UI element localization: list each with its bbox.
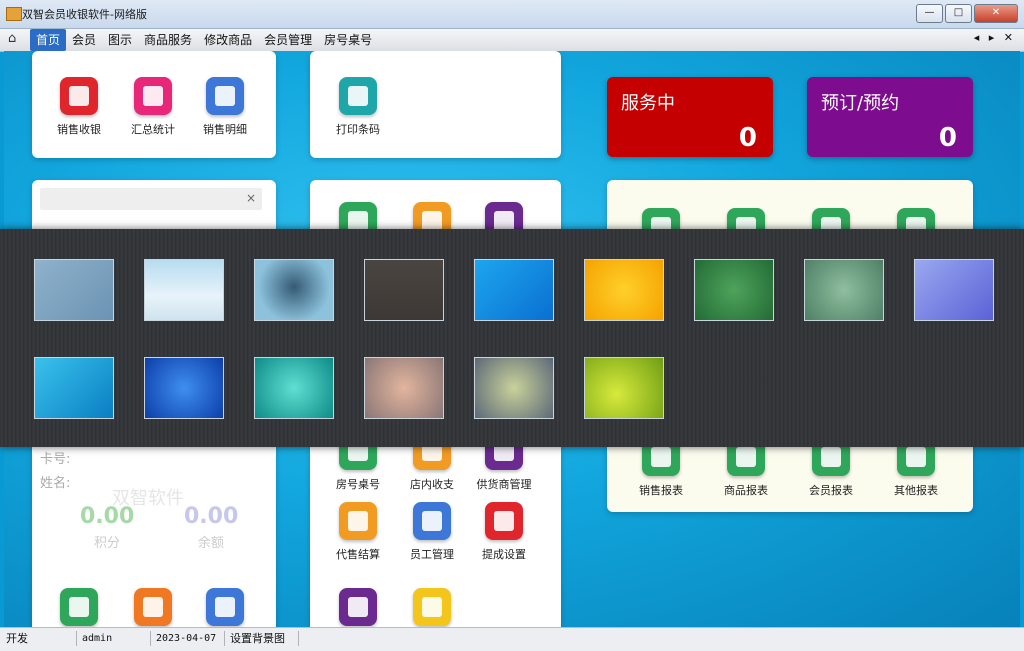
reservation-count: 0: [938, 123, 957, 153]
app-icon: [6, 7, 22, 21]
points-label: 积分: [94, 536, 121, 551]
member-tile-2[interactable]: [116, 588, 190, 627]
room-table-label: 房号桌号: [336, 478, 380, 491]
member-report-label: 会员报表: [809, 484, 853, 497]
commission-settings-label: 提成设置: [482, 548, 526, 561]
summary-stats-label: 汇总统计: [131, 123, 175, 136]
status-action: 设置背景图: [226, 631, 299, 646]
apps-icon: [339, 588, 377, 626]
staff-mgmt-label: 员工管理: [410, 548, 454, 561]
status-user: admin: [78, 631, 151, 646]
phone-icon: [413, 588, 451, 626]
reservation-card[interactable]: 预订/预约 0: [807, 77, 973, 157]
barcode-icon: [339, 77, 377, 115]
bg-thumbnail-7[interactable]: [694, 259, 774, 321]
menu-item-goods-service[interactable]: 商品服务: [138, 29, 198, 51]
balance-label: 余额: [198, 536, 225, 551]
chart-icon: [134, 77, 172, 115]
bg-thumbnail-8[interactable]: [804, 259, 884, 321]
document-icon: [206, 77, 244, 115]
member-report-tile[interactable]: 会员报表: [794, 438, 868, 498]
function-tile-apps[interactable]: [321, 588, 395, 627]
in-service-label: 服务中: [621, 93, 675, 114]
sales-cashier-tile[interactable]: 销售收银: [42, 77, 116, 137]
card-number-label: 卡号:: [40, 452, 71, 467]
menu-item-edit-goods[interactable]: 修改商品: [198, 29, 258, 51]
menu-item-diagram[interactable]: 图示: [102, 29, 138, 51]
other-report-label: 其他报表: [894, 484, 938, 497]
member-tile-1[interactable]: [42, 588, 116, 627]
in-service-count: 0: [738, 123, 757, 153]
menu-item-member-mgmt[interactable]: 会员管理: [258, 29, 318, 51]
bg-thumbnail-4[interactable]: [364, 259, 444, 321]
other-report-tile[interactable]: 其他报表: [879, 438, 953, 498]
home-icon[interactable]: ⌂: [8, 32, 22, 46]
function-tile-phone[interactable]: [395, 588, 469, 627]
commission-icon: [485, 502, 523, 540]
bg-thumbnail-13[interactable]: [364, 357, 444, 419]
menu-item-member[interactable]: 会员: [66, 29, 102, 51]
background-picker: [0, 229, 1024, 447]
minimize-button[interactable]: —: [916, 4, 943, 23]
title-bar: 双智会员收银软件-网络版 — □ ✕: [0, 0, 1024, 29]
bg-thumbnail-1[interactable]: [34, 259, 114, 321]
print-barcode-tile[interactable]: 打印条码: [321, 77, 395, 137]
menu-scroll-arrows[interactable]: ◂ ▸ ✕: [974, 31, 1016, 44]
bg-thumbnail-10[interactable]: [34, 357, 114, 419]
in-service-card[interactable]: 服务中 0: [607, 77, 773, 157]
cash-register-icon: [60, 77, 98, 115]
balance-value: 0.00: [184, 504, 239, 529]
sales-cashier-label: 销售收银: [57, 123, 101, 136]
bg-thumbnail-14[interactable]: [474, 357, 554, 419]
bg-thumbnail-11[interactable]: [144, 357, 224, 419]
commission-settings-tile[interactable]: 提成设置: [467, 502, 541, 562]
settlement-icon: [339, 502, 377, 540]
name-label: 姓名:: [40, 476, 71, 491]
window-title: 双智会员收银软件-网络版: [22, 8, 147, 21]
goods-report-tile[interactable]: 商品报表: [709, 438, 783, 498]
staff-mgmt-tile[interactable]: 员工管理: [395, 502, 469, 562]
wallet-icon: [206, 588, 244, 626]
contact-icon: [134, 588, 172, 626]
close-button[interactable]: ✕: [974, 4, 1018, 23]
menu-bar: ⌂ 首页 会员 图示 商品服务 修改商品 会员管理 房号桌号 ◂ ▸ ✕: [0, 29, 1024, 52]
bg-thumbnail-5[interactable]: [474, 259, 554, 321]
bg-thumbnail-15[interactable]: [584, 357, 664, 419]
agency-settle-tile[interactable]: 代售结算: [321, 502, 395, 562]
reservation-label: 预订/预约: [821, 93, 900, 114]
status-date: 2023-04-07: [152, 631, 225, 646]
sales-report-label: 销售报表: [639, 484, 683, 497]
staff-icon: [413, 502, 451, 540]
status-bar: 开发 admin 2023-04-07 设置背景图: [0, 627, 1024, 651]
member-tile-3[interactable]: [188, 588, 262, 627]
clear-icon[interactable]: ×: [246, 191, 256, 205]
store-income-label: 店内收支: [410, 478, 454, 491]
bg-thumbnail-12[interactable]: [254, 357, 334, 419]
sales-detail-label: 销售明细: [203, 123, 247, 136]
sales-card: 销售收银 汇总统计 销售明细: [32, 51, 276, 158]
bg-thumbnail-2[interactable]: [144, 259, 224, 321]
points-value: 0.00: [80, 504, 135, 529]
sales-report-tile[interactable]: 销售报表: [624, 438, 698, 498]
member-card-icon: [60, 588, 98, 626]
window-controls: — □ ✕: [916, 4, 1018, 23]
status-mode: 开发: [2, 631, 77, 646]
goods-report-label: 商品报表: [724, 484, 768, 497]
menu-items: 首页 会员 图示 商品服务 修改商品 会员管理 房号桌号: [30, 29, 378, 51]
print-barcode-label: 打印条码: [336, 123, 380, 136]
bg-thumbnail-9[interactable]: [914, 259, 994, 321]
barcode-card: 打印条码: [310, 51, 561, 158]
agency-settle-label: 代售结算: [336, 548, 380, 561]
summary-stats-tile[interactable]: 汇总统计: [116, 77, 190, 137]
menu-item-home[interactable]: 首页: [30, 29, 67, 51]
bg-thumbnail-3[interactable]: [254, 259, 334, 321]
bg-thumbnail-6[interactable]: [584, 259, 664, 321]
member-search-input[interactable]: ×: [40, 188, 262, 210]
maximize-button[interactable]: □: [945, 4, 972, 23]
supplier-mgmt-label: 供货商管理: [476, 478, 532, 491]
sales-detail-tile[interactable]: 销售明细: [188, 77, 262, 137]
menu-item-room-table[interactable]: 房号桌号: [318, 29, 378, 51]
